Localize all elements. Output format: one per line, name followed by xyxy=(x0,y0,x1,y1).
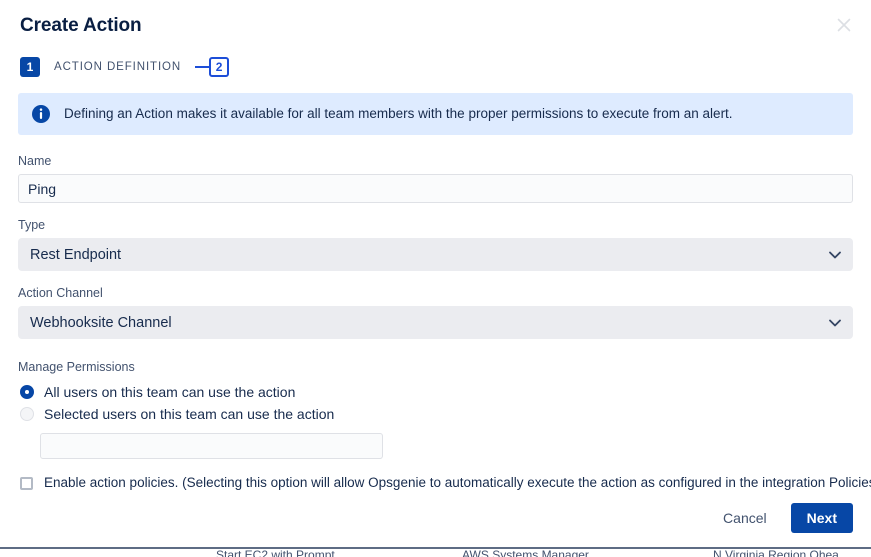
step-indicator: 1 ACTION DEFINITION 2 xyxy=(0,46,871,80)
chevron-down-icon xyxy=(829,319,841,326)
background-cell-action-name: Start EC2 with Prompt xyxy=(216,548,335,557)
type-label: Type xyxy=(18,218,46,232)
next-button[interactable]: Next xyxy=(790,503,853,533)
page-title: Create Action xyxy=(20,15,142,36)
radio-selected-users[interactable]: Selected users on this team can use the … xyxy=(18,403,853,425)
field-group-name: Name xyxy=(18,153,853,203)
modal-footer: Cancel Next xyxy=(713,503,853,533)
radio-selected-users-indicator[interactable] xyxy=(20,407,34,421)
modal-header: Create Action xyxy=(0,0,871,46)
background-table-row: Start EC2 with Prompt AWS Systems Manage… xyxy=(0,547,871,557)
step-connector xyxy=(195,66,210,68)
radio-all-users[interactable]: All users on this team can use the actio… xyxy=(18,381,853,403)
radio-all-users-label: All users on this team can use the actio… xyxy=(44,384,296,400)
manage-permissions-section: Manage Permissions All users on this tea… xyxy=(18,359,871,493)
action-channel-select-value: Webhooksite Channel xyxy=(30,314,172,331)
enable-action-policies-checkbox[interactable] xyxy=(20,476,33,490)
field-group-type: Type Rest Endpoint xyxy=(18,217,853,271)
info-banner-text: Defining an Action makes it available fo… xyxy=(64,106,733,121)
enable-action-policies-label: Enable action policies. (Selecting this … xyxy=(44,475,871,490)
cancel-button[interactable]: Cancel xyxy=(713,504,777,532)
type-select[interactable]: Rest Endpoint xyxy=(18,238,853,271)
close-icon[interactable] xyxy=(831,12,857,38)
chevron-down-icon xyxy=(829,251,841,258)
action-channel-select[interactable]: Webhooksite Channel xyxy=(18,306,853,339)
info-icon xyxy=(32,105,50,123)
selected-users-input-wrap xyxy=(18,433,853,459)
step-badge-1[interactable]: 1 xyxy=(20,57,40,77)
type-select-value: Rest Endpoint xyxy=(30,246,122,263)
background-cell-region: N.Virginia Region Ohea xyxy=(713,548,839,557)
info-banner: Defining an Action makes it available fo… xyxy=(18,93,853,135)
create-action-modal: Create Action 1 ACTION DEFINITION 2 Defi… xyxy=(0,0,871,545)
enable-action-policies-row[interactable]: Enable action policies. (Selecting this … xyxy=(18,473,871,493)
radio-selected-users-label: Selected users on this team can use the … xyxy=(44,406,335,422)
modal-body: Defining an Action makes it available fo… xyxy=(0,80,871,493)
action-channel-label: Action Channel xyxy=(18,286,103,300)
name-label: Name xyxy=(18,154,52,168)
step-label-action-definition: ACTION DEFINITION xyxy=(54,61,182,73)
name-input[interactable] xyxy=(18,174,853,203)
step-badge-2[interactable]: 2 xyxy=(209,57,230,77)
selected-users-input[interactable] xyxy=(40,433,383,459)
background-cell-integration: AWS Systems Manager xyxy=(462,548,589,557)
radio-all-users-indicator[interactable] xyxy=(20,385,34,399)
field-group-action-channel: Action Channel Webhooksite Channel xyxy=(18,285,853,339)
manage-permissions-label: Manage Permissions xyxy=(18,360,135,374)
